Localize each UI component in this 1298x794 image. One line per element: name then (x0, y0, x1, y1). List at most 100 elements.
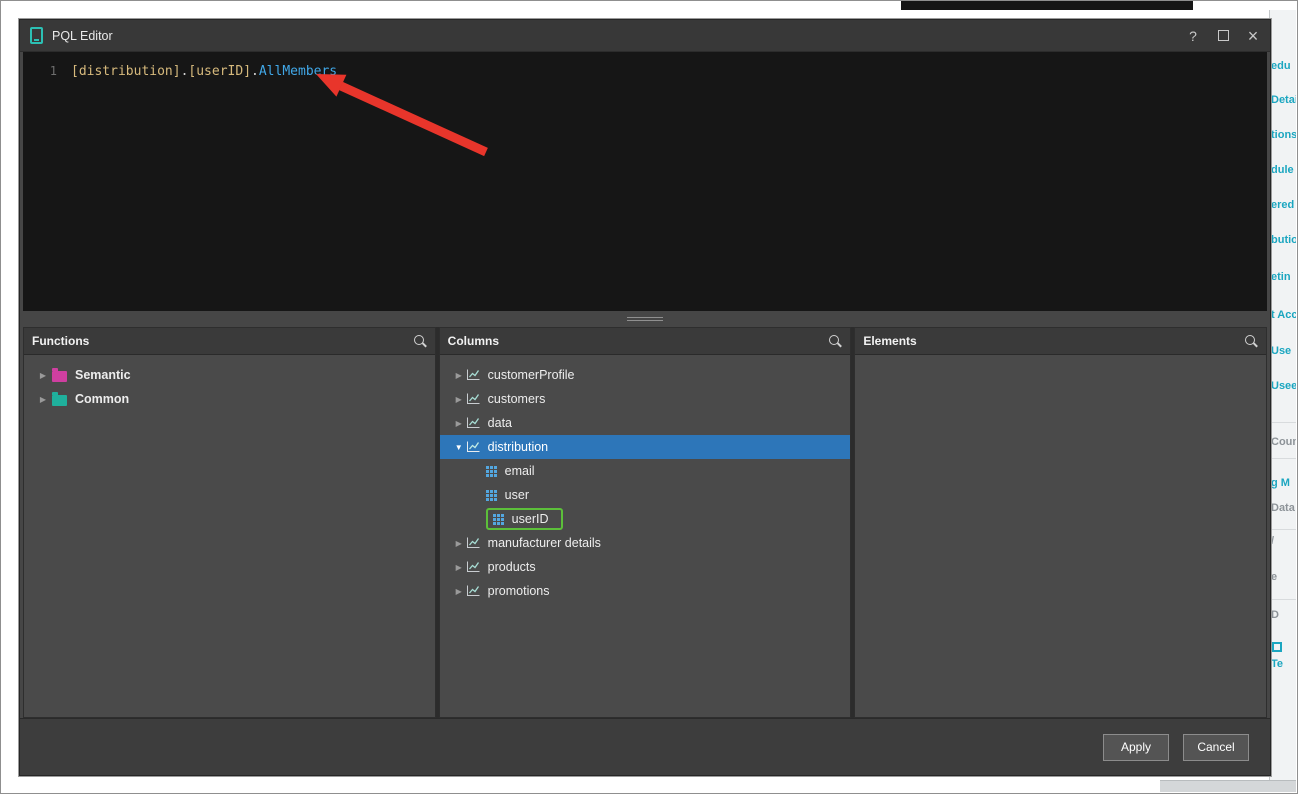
dialog-footer: Apply Cancel (20, 718, 1270, 775)
elements-tree (855, 355, 1266, 717)
splitter-handle[interactable] (627, 315, 663, 323)
hierarchy-icon (466, 369, 480, 381)
code-text: [distribution].[userID].AllMembers (71, 63, 337, 81)
search-icon[interactable] (828, 334, 842, 348)
clipped-label: bution (1271, 234, 1296, 246)
elements-panel-header: Elements (855, 328, 1266, 355)
clipped-label: etin (1271, 271, 1291, 283)
clipped-label: Usee (1271, 380, 1296, 392)
tree-item-label: user (505, 488, 529, 502)
clipped-label: Data (1271, 502, 1295, 514)
expand-arrow-icon[interactable] (452, 539, 466, 548)
expand-arrow-icon[interactable] (452, 587, 466, 596)
tree-item-email[interactable]: email (440, 459, 851, 483)
tree-item-data[interactable]: data (440, 411, 851, 435)
tree-item-label: customers (488, 392, 546, 406)
columns-tree: customerProfile customers data (440, 355, 851, 717)
code-token: AllMembers (259, 64, 337, 79)
tree-item-label: customerProfile (488, 368, 575, 382)
functions-tree: Semantic Common (24, 355, 435, 717)
functions-panel: Functions Semantic Common (23, 327, 436, 718)
expand-arrow-icon[interactable] (452, 419, 466, 428)
tree-item-customers[interactable]: customers (440, 387, 851, 411)
tree-item-distribution[interactable]: distribution (440, 435, 851, 459)
expand-arrow-icon[interactable] (36, 395, 50, 404)
expand-arrow-icon[interactable] (452, 563, 466, 572)
divider (1270, 529, 1296, 530)
clipped-label: dule (1271, 164, 1294, 176)
column-grid-icon (493, 514, 504, 525)
clipped-label: tions (1271, 129, 1296, 141)
background-app-icon (1272, 642, 1282, 652)
hierarchy-icon (466, 417, 480, 429)
tree-item-userid[interactable]: userID (440, 507, 851, 531)
hierarchy-icon (466, 537, 480, 549)
background-scrollbar (1160, 780, 1296, 792)
close-button[interactable]: × (1246, 27, 1260, 45)
clipped-label: g M (1271, 477, 1290, 489)
hierarchy-icon (466, 441, 480, 453)
clipped-label: D (1271, 609, 1279, 621)
tree-item-label: Semantic (75, 368, 131, 382)
clipped-label: Coun (1271, 436, 1296, 448)
background-app-strip: edu Detail tions dule ered bution etin t… (1269, 10, 1296, 792)
expand-arrow-icon[interactable] (452, 395, 466, 404)
panel-title: Functions (32, 334, 413, 348)
annotation-highlight-box: userID (486, 508, 563, 530)
panel-title: Columns (448, 334, 829, 348)
search-icon[interactable] (413, 334, 427, 348)
clipped-label: Te (1271, 658, 1283, 670)
panel-title: Elements (863, 334, 1244, 348)
clipped-label: t Acc (1271, 309, 1296, 321)
collapse-arrow-icon[interactable] (452, 443, 466, 452)
tree-item-label: distribution (488, 440, 548, 454)
clipped-label: e (1271, 571, 1277, 583)
tree-item-common[interactable]: Common (24, 387, 435, 411)
elements-panel: Elements (854, 327, 1267, 718)
clipped-label: Use (1271, 345, 1291, 357)
pql-editor-dialog: PQL Editor ? × 1 [distribution].[userID]… (19, 19, 1271, 776)
tree-item-label: promotions (488, 584, 550, 598)
apply-button[interactable]: Apply (1103, 734, 1169, 761)
tree-item-manufacturer-details[interactable]: manufacturer details (440, 531, 851, 555)
tree-item-label: userID (512, 512, 549, 526)
code-line: 1 [distribution].[userID].AllMembers (23, 52, 1267, 81)
help-button[interactable]: ? (1186, 28, 1200, 44)
tree-item-label: Common (75, 392, 129, 406)
folder-icon (52, 395, 67, 406)
tree-item-customerprofile[interactable]: customerProfile (440, 363, 851, 387)
tree-item-promotions[interactable]: promotions (440, 579, 851, 603)
functions-panel-header: Functions (24, 328, 435, 355)
pql-editor-icon (30, 27, 43, 44)
editor-panels-gap (20, 311, 1270, 327)
tree-item-products[interactable]: products (440, 555, 851, 579)
clipped-label: ered (1271, 199, 1294, 211)
hierarchy-icon (466, 393, 480, 405)
column-grid-icon (486, 466, 497, 477)
hierarchy-icon (466, 561, 480, 573)
maximize-button[interactable] (1216, 30, 1230, 41)
tree-item-user[interactable]: user (440, 483, 851, 507)
tree-item-label: manufacturer details (488, 536, 601, 550)
expand-arrow-icon[interactable] (452, 371, 466, 380)
clipped-label: Detail (1271, 94, 1296, 106)
maximize-icon (1218, 30, 1229, 41)
hierarchy-icon (466, 585, 480, 597)
panels-row: Functions Semantic Common (23, 327, 1267, 718)
divider (1270, 599, 1296, 600)
code-token: [distribution] (71, 64, 181, 79)
tree-item-semantic[interactable]: Semantic (24, 363, 435, 387)
tree-item-label: email (505, 464, 535, 478)
divider (1270, 458, 1296, 459)
divider (1270, 422, 1296, 423)
code-token: [userID] (188, 64, 251, 79)
expand-arrow-icon[interactable] (36, 371, 50, 380)
tree-item-label: data (488, 416, 512, 430)
pql-code-editor[interactable]: 1 [distribution].[userID].AllMembers (23, 52, 1267, 311)
line-number: 1 (23, 62, 57, 80)
cancel-button[interactable]: Cancel (1183, 734, 1249, 761)
search-icon[interactable] (1244, 334, 1258, 348)
dialog-title: PQL Editor (52, 29, 113, 43)
dialog-titlebar[interactable]: PQL Editor ? × (20, 20, 1270, 52)
clipped-label: / (1271, 535, 1274, 547)
